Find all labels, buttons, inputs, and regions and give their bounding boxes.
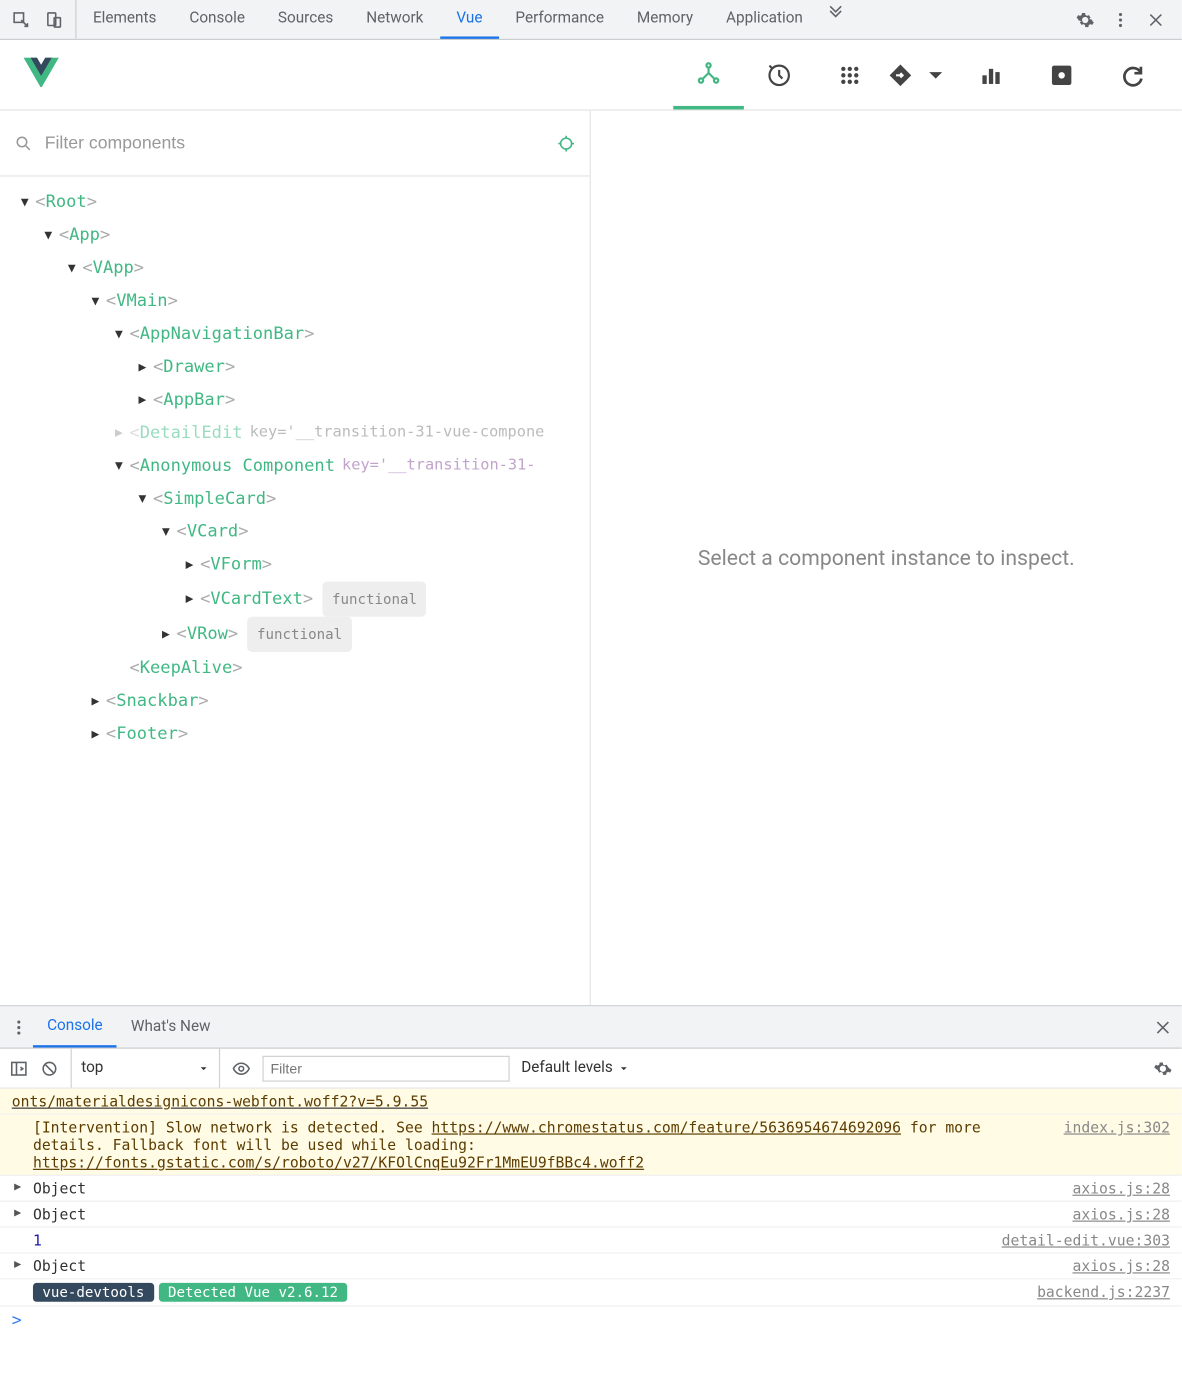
tab-application[interactable]: Application [710, 0, 820, 39]
vue-tab-routing[interactable] [885, 40, 956, 109]
inspect-element-icon[interactable] [12, 10, 31, 29]
tree-node-appbar[interactable]: <AppBar> [9, 384, 589, 417]
console-log-list: onts/materialdesignicons-webfont.woff2?v… [0, 1089, 1182, 1307]
log-source-link[interactable]: index.js:302 [1064, 1118, 1170, 1136]
tree-node-vrow[interactable]: <VRow>functional [9, 617, 589, 652]
vue-toolbar [0, 40, 1182, 111]
chromestatus-link[interactable]: https://www.chromestatus.com/feature/563… [432, 1118, 884, 1136]
more-tabs-icon[interactable] [826, 0, 845, 19]
log-object-1[interactable]: Objectaxios.js:28 [0, 1176, 1182, 1202]
tab-elements[interactable]: Elements [77, 0, 173, 39]
chromestatus-link-cont[interactable]: 96 [883, 1118, 901, 1136]
settings-gear-icon[interactable] [1076, 10, 1095, 29]
tree-node-appnavbar[interactable]: <AppNavigationBar> [9, 318, 589, 351]
tree-node-app[interactable]: <App> [9, 219, 589, 252]
component-tree-pane: <Root> <App> <VApp> <VMain> <AppNavigati… [0, 111, 591, 1006]
tree-node-drawer[interactable]: <Drawer> [9, 351, 589, 384]
log-source-link[interactable]: backend.js:2237 [1037, 1283, 1170, 1301]
live-expression-icon[interactable] [232, 1059, 251, 1078]
tree-node-detailedit[interactable]: <DetailEditkey='__transition-31-vue-comp… [9, 417, 589, 450]
kebab-menu-icon[interactable] [1111, 10, 1130, 29]
log-source-link[interactable]: axios.js:28 [1072, 1257, 1169, 1275]
target-select-icon[interactable] [557, 134, 576, 153]
log-number[interactable]: 1detail-edit.vue:303 [0, 1228, 1182, 1254]
log-levels-selector[interactable]: Default levels [521, 1059, 629, 1077]
log-source-link[interactable]: axios.js:28 [1072, 1205, 1169, 1223]
context-selector[interactable]: top [71, 1049, 220, 1088]
devtools-tabbar: Elements Console Sources Network Vue Per… [0, 0, 1182, 40]
tab-memory[interactable]: Memory [620, 0, 709, 39]
console-prompt[interactable]: > [0, 1306, 1182, 1334]
drawer-close-icon[interactable] [1153, 1018, 1172, 1037]
console-settings-icon[interactable] [1153, 1059, 1172, 1078]
component-tree: <Root> <App> <VApp> <VMain> <AppNavigati… [0, 177, 590, 761]
drawer-tab-console[interactable]: Console [33, 1006, 117, 1047]
tree-node-keepalive[interactable]: <KeepAlive> [9, 652, 589, 685]
tree-node-anonymous[interactable]: <Anonymous Componentkey='__transition-31… [9, 450, 589, 483]
tree-node-simplecard[interactable]: <SimpleCard> [9, 483, 589, 516]
inspector-empty-hint: Select a component instance to inspect. [591, 111, 1182, 1006]
log-warning-partial[interactable]: onts/materialdesignicons-webfont.woff2?v… [0, 1089, 1182, 1115]
tab-vue[interactable]: Vue [440, 0, 499, 39]
tree-node-vmain[interactable]: <VMain> [9, 285, 589, 318]
tree-node-vapp[interactable]: <VApp> [9, 252, 589, 285]
log-source-link[interactable]: detail-edit.vue:303 [1002, 1231, 1170, 1249]
tab-performance[interactable]: Performance [499, 0, 620, 39]
vue-tab-components[interactable] [673, 40, 744, 109]
close-devtools-icon[interactable] [1146, 10, 1165, 29]
vue-tab-performance[interactable] [956, 40, 1027, 109]
toggle-device-icon[interactable] [45, 10, 64, 29]
tree-node-footer[interactable]: <Footer> [9, 718, 589, 751]
vue-logo-icon [24, 57, 59, 92]
toggle-console-sidebar-icon[interactable] [9, 1059, 28, 1078]
drawer-menu-icon[interactable] [9, 1018, 28, 1037]
tab-network[interactable]: Network [350, 0, 440, 39]
tree-node-vcard[interactable]: <VCard> [9, 516, 589, 549]
log-vue-detected[interactable]: vue-devtoolsDetected Vue v2.6.12backend.… [0, 1279, 1182, 1306]
vue-refresh-button[interactable] [1097, 40, 1168, 109]
console-drawer: Console What's New top Default levels on… [0, 1005, 1182, 1335]
tab-sources[interactable]: Sources [261, 0, 349, 39]
tree-node-vform[interactable]: <VForm> [9, 548, 589, 581]
log-warning-intervention[interactable]: [Intervention] Slow network is detected.… [0, 1115, 1182, 1176]
tree-node-vcardtext[interactable]: <VCardText>functional [9, 581, 589, 616]
log-object-3[interactable]: Objectaxios.js:28 [0, 1254, 1182, 1280]
clear-console-icon[interactable] [40, 1059, 59, 1078]
vue-tab-timeline[interactable] [744, 40, 815, 109]
vue-tab-vuex[interactable] [814, 40, 885, 109]
drawer-tab-whatsnew[interactable]: What's New [117, 1006, 225, 1047]
tree-node-snackbar[interactable]: <Snackbar> [9, 685, 589, 718]
log-object-2[interactable]: Objectaxios.js:28 [0, 1202, 1182, 1228]
filter-components-input[interactable] [40, 128, 557, 157]
log-source-link[interactable]: axios.js:28 [1072, 1179, 1169, 1197]
console-filter-input[interactable] [262, 1055, 509, 1081]
vue-tab-settings[interactable] [1026, 40, 1097, 109]
search-icon [14, 134, 33, 153]
tree-node-root[interactable]: <Root> [9, 186, 589, 219]
fonts-link[interactable]: https://fonts.gstatic.com/s/roboto/v27/K… [33, 1153, 644, 1171]
tab-console[interactable]: Console [173, 0, 262, 39]
